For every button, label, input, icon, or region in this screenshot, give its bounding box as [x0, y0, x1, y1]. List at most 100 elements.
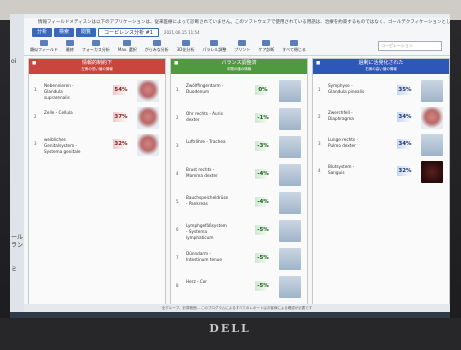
ribbon-button[interactable]: Max. 選択: [118, 39, 137, 53]
toolbar-ribbon: 類似フィールド 最終 フォーカス分析 Max. 選択 がらみな分析 3D化分析 …: [24, 37, 450, 56]
ribbon-button[interactable]: 最終: [65, 39, 74, 53]
3d-icon: [181, 39, 190, 46]
list-item[interactable]: 3 Lunge rechts - Pulmo dexter 34%: [313, 133, 449, 157]
item-percentage: 37%: [113, 112, 129, 122]
list-item[interactable]: 4 Brust rechts - Mamma dexter -4%: [171, 163, 307, 187]
status-bar: 全グループ、計算範囲... このプログラムによるすべてのレポートはお客様による確…: [24, 304, 450, 312]
desktop-label: ミ: [11, 266, 18, 273]
tab-analysis[interactable]: 分析: [32, 28, 53, 37]
column-header: ■ 情報的制約下 左側の低い値の情報: [29, 59, 165, 74]
desktop-label: oi: [11, 58, 17, 65]
column-menu-icon[interactable]: ■: [316, 61, 320, 66]
tab-date: 2021.06.15 11:54: [163, 30, 200, 35]
ribbon-button[interactable]: 類似フィールド: [30, 39, 58, 53]
list-item[interactable]: 2 Ohr rechts - Auris dexter -1%: [171, 107, 307, 131]
anatomy-thumbnail-icon[interactable]: [279, 220, 301, 242]
anatomy-thumbnail-icon[interactable]: [421, 134, 443, 156]
app-window: 情報フィールドメディスンは以下のアプリケーションは、従来医療によって診断されてい…: [24, 18, 450, 312]
anatomy-thumbnail-icon[interactable]: [279, 108, 301, 130]
column-title: バランス調整済: [221, 60, 257, 66]
item-percentage: 32%: [397, 166, 413, 176]
item-index: 3: [176, 143, 179, 148]
item-percentage: 54%: [113, 85, 129, 95]
item-percentage: -5%: [255, 225, 271, 235]
anatomy-thumbnail-icon[interactable]: [279, 80, 301, 102]
anatomy-thumbnail-icon[interactable]: [279, 164, 301, 186]
result-column: ■ バランス調整済 中間の値の情報 1 Zwölffingerdarm - Duoden…: [170, 58, 308, 306]
ribbon-button[interactable]: ケア診断: [258, 39, 274, 53]
results-columns: ■ 情報的制約下 左側の低い値の情報 1 Nebennieren - Glandula …: [28, 58, 450, 306]
list-item[interactable]: 1 Zwölffingerdarm - Duodenum 0%: [171, 79, 307, 103]
item-percentage: 34%: [397, 112, 413, 122]
item-index: 1: [34, 87, 37, 92]
ribbon-button[interactable]: フォーカス分析: [82, 39, 110, 53]
column-title: 情報的制約下: [81, 60, 112, 66]
item-percentage: 35%: [397, 85, 413, 95]
item-name: Nebennieren - Glandula suprarenalis: [44, 83, 74, 100]
tab-coherence-analysis[interactable]: コーピレンス分析 #1: [98, 28, 159, 37]
anatomy-thumbnail-icon[interactable]: [137, 107, 159, 129]
list-item[interactable]: 1 Nebennieren - Glandula suprarenalis 54%: [29, 79, 165, 103]
item-percentage: -5%: [255, 281, 271, 291]
list-item[interactable]: 3 Luftröhre - Trachea -3%: [171, 135, 307, 159]
list-item[interactable]: 2 Zwerchfell - Diaphragma 34%: [313, 106, 449, 130]
column-subtitle: 左側の低い値の情報: [81, 67, 113, 71]
item-index: 2: [176, 115, 179, 120]
item-index: 4: [318, 168, 321, 173]
dell-logo: DELL: [209, 322, 251, 335]
ribbon-button[interactable]: 3D化分析: [177, 39, 194, 53]
tab-bar: 分析 検索 閲覧 コーピレンス分析 #1 2021.06.15 11:54: [24, 28, 450, 37]
item-index: 4: [176, 171, 179, 176]
item-index: 1: [318, 87, 321, 92]
list-item[interactable]: 2 Zelle - Cellula 37%: [29, 106, 165, 130]
tab-browse[interactable]: 閲覧: [76, 28, 97, 37]
list-item[interactable]: 1 Symphyse - Glandula pinealis 35%: [313, 79, 449, 103]
item-name: Bauchspeicheldrüse - Pankreas: [186, 195, 229, 206]
column-menu-icon[interactable]: ■: [174, 61, 178, 66]
item-index: 8: [176, 283, 179, 288]
item-percentage: 32%: [113, 139, 129, 149]
item-index: 7: [176, 255, 179, 260]
desktop-strip: oi ール ラン ミ: [10, 14, 24, 318]
item-name: Dünndarm - Intestinum tenue: [186, 251, 222, 262]
anatomy-thumbnail-icon[interactable]: [279, 276, 301, 298]
item-percentage: 0%: [255, 85, 271, 95]
list-item[interactable]: 4 Blutsystem - Sanguis 32%: [313, 160, 449, 184]
item-index: 3: [34, 141, 37, 146]
anatomy-thumbnail-icon[interactable]: [137, 134, 159, 156]
focus-icon: [91, 39, 100, 46]
item-percentage: -3%: [255, 141, 271, 151]
list-item[interactable]: 7 Dünndarm - Intestinum tenue -5%: [171, 247, 307, 271]
result-column: ■ 過剰に活発化された 右側の高い値の情報 1 Symphyse - Glandula …: [312, 58, 450, 306]
item-name: Symphyse - Glandula pinealis: [328, 83, 365, 94]
column-subtitle: 中間の値の情報: [226, 67, 252, 71]
ribbon-button[interactable]: パラレル調整: [202, 39, 226, 53]
list-item[interactable]: 3 weibliches Genitalsystem - Systema geni…: [29, 133, 165, 157]
item-name: Zwerchfell - Diaphragma: [328, 110, 354, 121]
anatomy-thumbnail-icon[interactable]: [421, 80, 443, 102]
item-name: Zelle - Cellula: [44, 110, 73, 115]
item-percentage: -4%: [255, 169, 271, 179]
item-name: Lymphgefäßsystem - Systema lymphaticum: [186, 223, 227, 240]
select-icon: [123, 39, 132, 46]
search-input[interactable]: コーピレーション: [378, 41, 442, 51]
item-index: 5: [176, 199, 179, 204]
anatomy-thumbnail-icon[interactable]: [279, 136, 301, 158]
ribbon-button[interactable]: プリント: [234, 39, 250, 53]
list-item[interactable]: 5 Bauchspeicheldrüse - Pankreas -4%: [171, 191, 307, 215]
item-name: Brust rechts - Mamma dexter: [186, 167, 218, 178]
list-item[interactable]: 6 Lymphgefäßsystem - Systema lymphaticum -…: [171, 219, 307, 243]
anatomy-thumbnail-icon[interactable]: [137, 80, 159, 102]
ribbon-button[interactable]: がらみな分析: [145, 39, 169, 53]
column-menu-icon[interactable]: ■: [32, 61, 36, 66]
anatomy-thumbnail-icon[interactable]: [421, 107, 443, 129]
ribbon-button[interactable]: すべて閉じる: [282, 39, 306, 53]
anatomy-thumbnail-icon[interactable]: [421, 161, 443, 183]
anatomy-thumbnail-icon[interactable]: [279, 248, 301, 270]
list-item[interactable]: 8 Herz - Cor -5%: [171, 275, 307, 299]
screen: oi ール ラン ミ 情報フィールドメディスンは以下のアプリケーションは、従来医…: [10, 14, 450, 318]
anatomy-thumbnail-icon[interactable]: [279, 192, 301, 214]
print-icon: [238, 39, 247, 46]
column-header: ■ バランス調整済 中間の値の情報: [171, 59, 307, 74]
tab-search[interactable]: 検索: [54, 28, 75, 37]
